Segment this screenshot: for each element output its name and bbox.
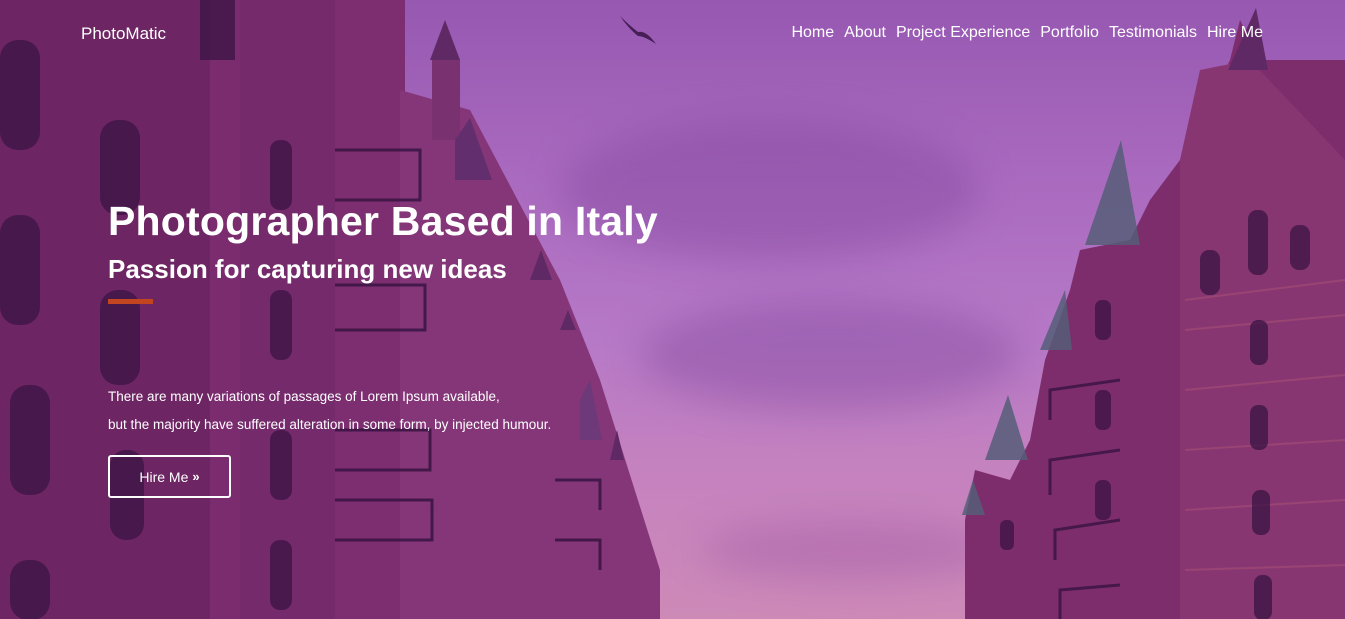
nav-item-portfolio[interactable]: Portfolio — [1040, 24, 1099, 42]
hero-title: Photographer Based in Italy — [108, 198, 658, 244]
hire-me-button[interactable]: Hire Me » — [108, 455, 231, 498]
nav-item-about[interactable]: About — [844, 24, 886, 42]
nav-item-project-experience[interactable]: Project Experience — [896, 24, 1030, 42]
hero-section: PhotoMatic Home About Project Experience… — [0, 0, 1345, 619]
hire-me-button-label: Hire Me — [139, 468, 189, 485]
main-nav: Home About Project Experience Portfolio … — [791, 24, 1263, 42]
hero-description-line-1: There are many variations of passages of… — [108, 389, 500, 404]
nav-item-hire-me[interactable]: Hire Me — [1207, 24, 1263, 42]
brand-logo[interactable]: PhotoMatic — [81, 24, 166, 44]
hero-subtitle: Passion for capturing new ideas — [108, 254, 507, 284]
double-chevron-right-icon: » — [192, 469, 200, 484]
nav-item-testimonials[interactable]: Testimonials — [1109, 24, 1197, 42]
nav-item-home[interactable]: Home — [791, 24, 834, 42]
title-underline-accent — [108, 299, 153, 304]
color-overlay — [0, 0, 1345, 619]
hero-description-line-2: but the majority have suffered alteratio… — [108, 417, 552, 432]
